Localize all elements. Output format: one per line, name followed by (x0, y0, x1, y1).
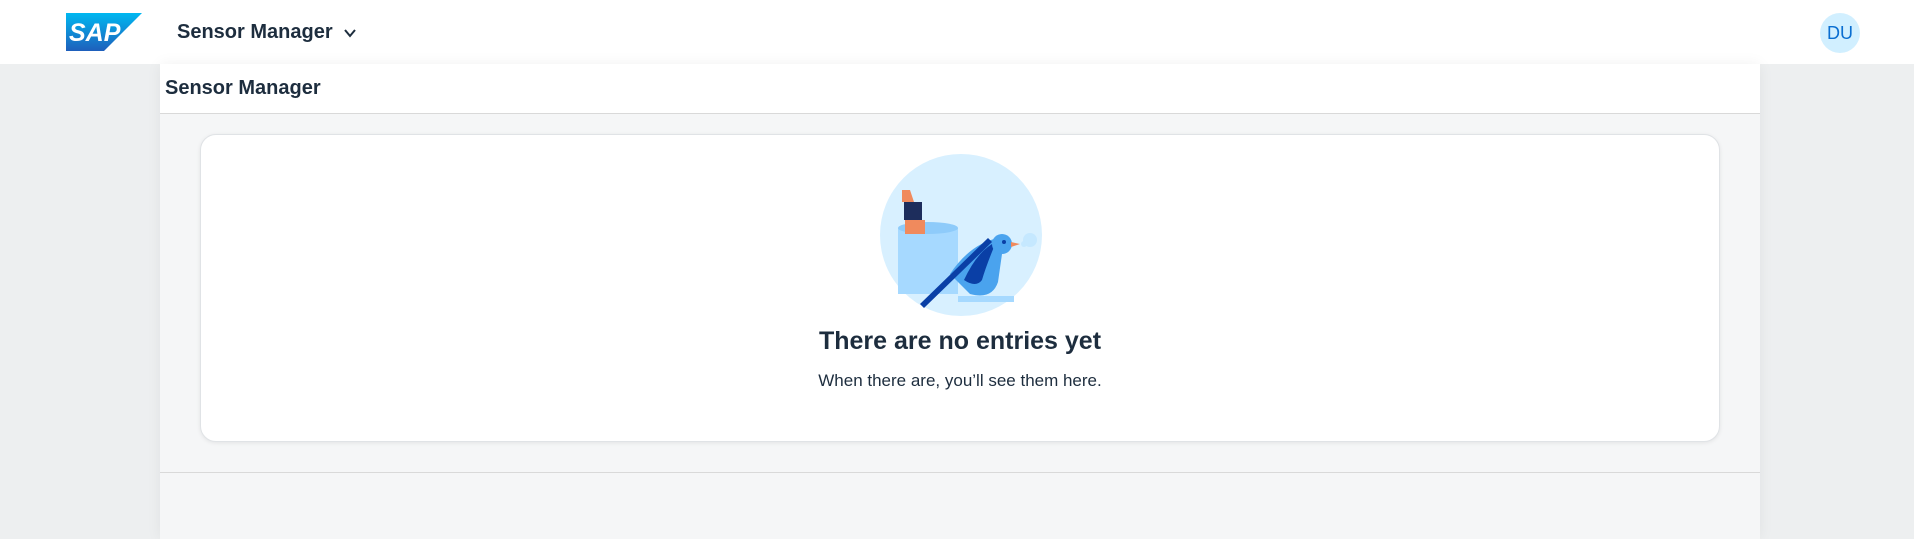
sap-logo[interactable]: SAP (66, 13, 142, 51)
avatar-initials: DU (1827, 22, 1853, 43)
empty-state-card: There are no entries yet When there are,… (200, 134, 1720, 442)
empty-state-subtitle: When there are, you’ll see them here. (818, 371, 1102, 390)
empty-state-title: There are no entries yet (818, 327, 1102, 355)
page-header: Sensor Manager (160, 64, 1760, 114)
page-container: Sensor Manager There are no entries yet … (160, 64, 1760, 539)
page-title: Sensor Manager (165, 77, 321, 99)
content-separator (160, 472, 1760, 473)
shell-bar: SAP Sensor Manager DU (0, 0, 1914, 64)
app-title-label: Sensor Manager (177, 20, 333, 43)
chevron-down-icon (343, 29, 356, 38)
app-title-menu[interactable]: Sensor Manager (177, 0, 357, 64)
bird-with-cup-illustration (880, 154, 1042, 316)
sap-logo-text: SAP (69, 19, 121, 47)
user-avatar[interactable]: DU (1820, 13, 1860, 53)
